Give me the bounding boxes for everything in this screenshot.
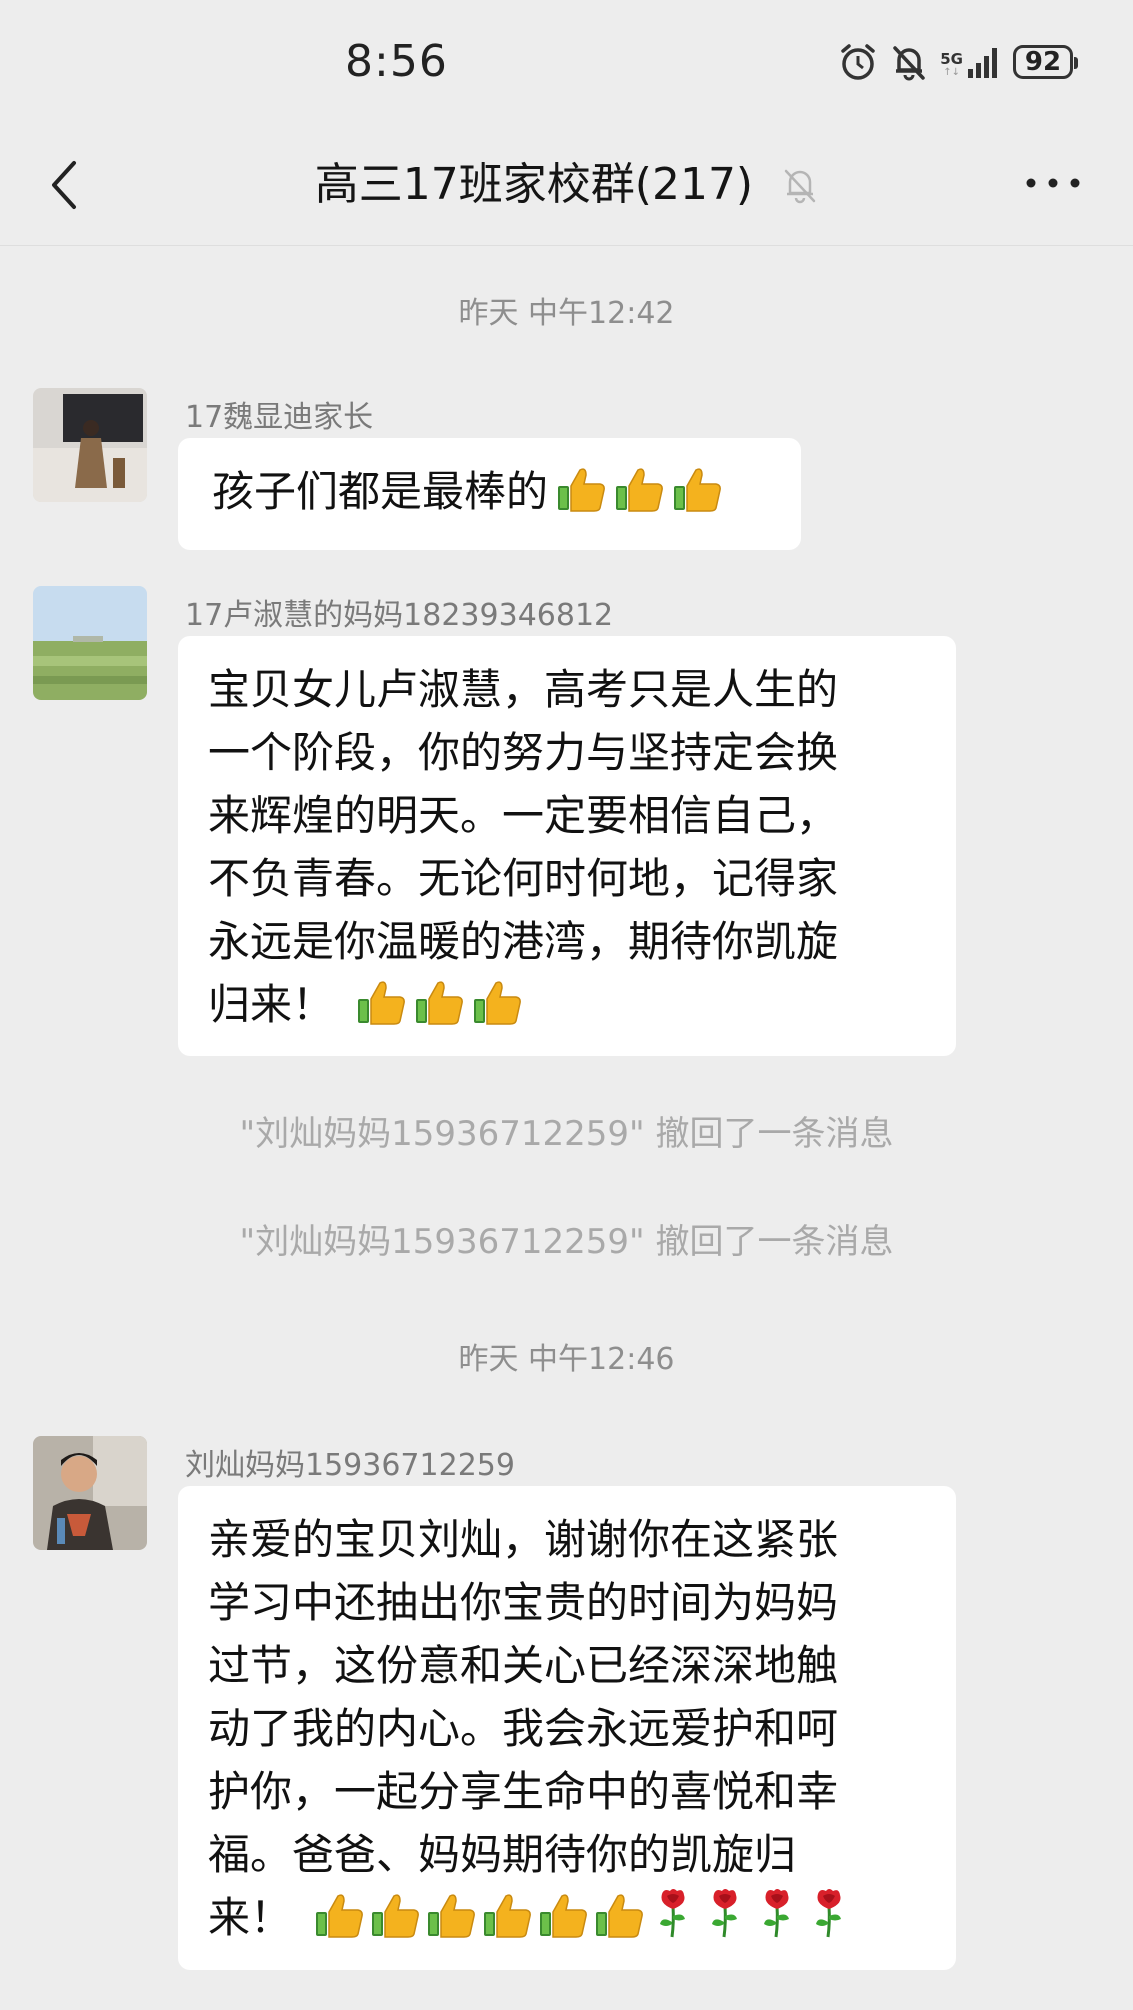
time-divider: 昨天 中午12:46: [458, 1342, 675, 1377]
message-bubble[interactable]: 亲爱的宝贝刘灿，谢谢你在这紧张 学习中还抽出你宝贵的时间为妈妈 过节，这份意和关…: [178, 1486, 956, 1970]
network-indicator: 5G ↑↓: [940, 45, 1001, 79]
emoji-group: [356, 979, 522, 1025]
message-line: 不负青春。无论何时何地，记得家: [208, 854, 839, 903]
thumbs-up-icon: [358, 981, 405, 1025]
mute-bell-icon: [784, 169, 816, 204]
battery-level: 92: [1024, 47, 1062, 77]
alarm-icon: [841, 44, 875, 80]
emoji-group: [314, 1886, 852, 1938]
thumbs-up-icon: [372, 1894, 419, 1938]
thumbs-up-icon: [596, 1894, 643, 1938]
status-icons: 5G ↑↓ 92: [838, 38, 1078, 86]
status-bar: 8:56 5G ↑↓ 92: [0, 0, 1133, 125]
recall-notice: "刘灿妈妈15936712259" 撤回了一条消息: [239, 1114, 894, 1154]
message-line: 动了我的内心。我会永远爱护和呵: [208, 1704, 839, 1753]
sender-name: 17魏显迪家长: [185, 400, 374, 435]
network-label: 5G: [940, 50, 963, 68]
bell-off-icon: [893, 46, 925, 81]
group-title[interactable]: 高三17班家校群(217): [315, 155, 753, 215]
rose-icon: [764, 1889, 790, 1938]
sender-name: 17卢淑慧的妈妈18239346812: [185, 598, 614, 633]
message-line: 孩子们都是最棒的: [212, 460, 767, 523]
avatar[interactable]: [33, 586, 147, 700]
rose-icon: [712, 1889, 738, 1938]
title-wrap: 高三17班家校群(217): [0, 155, 1133, 215]
status-time: 8:56: [345, 36, 448, 87]
message-line: 宝贝女儿卢淑慧，高考只是人生的: [208, 665, 839, 714]
avatar[interactable]: [33, 1436, 147, 1550]
more-icon[interactable]: [1025, 173, 1081, 193]
message-line: 护你，一起分享生命中的喜悦和幸: [208, 1767, 839, 1816]
message-bubble[interactable]: 孩子们都是最棒的: [178, 438, 801, 550]
message-line: 归来！: [208, 973, 926, 1036]
thumbs-up-icon: [416, 981, 463, 1025]
time-divider: 昨天 中午12:42: [458, 296, 675, 331]
message-line: 福。爸爸、妈妈期待你的凯旋归: [208, 1830, 797, 1879]
recall-notice: "刘灿妈妈15936712259" 撤回了一条消息: [239, 1222, 894, 1262]
message-bubble[interactable]: 宝贝女儿卢淑慧，高考只是人生的 一个阶段，你的努力与坚持定会换 来辉煌的明天。一…: [178, 636, 956, 1056]
message-line: 过节，这份意和关心已经深深地触: [208, 1641, 839, 1690]
thumbs-up-icon: [474, 981, 521, 1025]
thumbs-up-icon: [316, 1894, 363, 1938]
chat-area[interactable]: 昨天 中午12:42 17魏显迪家长 孩子们都是最棒的 17卢淑慧的妈妈1823…: [0, 246, 1133, 2010]
chat-header: 高三17班家校群(217): [0, 125, 1133, 246]
rose-icon: [660, 1889, 686, 1938]
thumbs-up-icon: [616, 468, 663, 512]
emoji-group: [556, 466, 722, 512]
message-line: 永远是你温暖的港湾，期待你凯旋: [208, 917, 839, 966]
thumbs-up-icon: [558, 468, 605, 512]
thumbs-up-icon: [674, 468, 721, 512]
message-line: 学习中还抽出你宝贵的时间为妈妈: [208, 1578, 839, 1627]
message-line: 一个阶段，你的努力与坚持定会换: [208, 728, 839, 777]
avatar[interactable]: [33, 388, 147, 502]
signal-icon: [968, 48, 997, 78]
message-line: 来辉煌的明天。一定要相信自己，: [208, 791, 839, 840]
battery-icon: 92: [1013, 45, 1078, 79]
thumbs-up-icon: [540, 1894, 587, 1938]
thumbs-up-icon: [428, 1894, 475, 1938]
rose-icon: [816, 1889, 842, 1938]
message-line: 来！: [208, 1886, 926, 1949]
sender-name: 刘灿妈妈15936712259: [185, 1448, 515, 1483]
thumbs-up-icon: [484, 1894, 531, 1938]
message-line: 亲爱的宝贝刘灿，谢谢你在这紧张: [208, 1515, 839, 1564]
